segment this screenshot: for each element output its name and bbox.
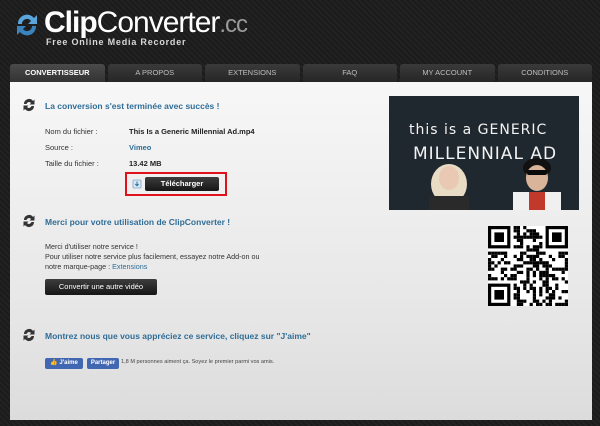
thanks-line3: notre marque-page : Extensions [45, 262, 345, 272]
tab-faq[interactable]: FAQ [302, 64, 397, 82]
tab-my-account[interactable]: MY ACCOUNT [400, 64, 495, 82]
qr-code [488, 226, 568, 306]
thumbs-up-icon: 👍 [50, 360, 58, 366]
convert-arrows-icon [23, 99, 35, 111]
convert-another-video-button[interactable]: Convertir une autre vidéo [45, 279, 157, 295]
convert-arrows-icon [23, 329, 35, 341]
like-title: Montrez nous que vous appréciez ce servi… [45, 331, 311, 341]
thanks-title: Merci pour votre utilisation de ClipConv… [45, 217, 231, 227]
tab-a-propos[interactable]: A PROPOS [107, 64, 202, 82]
filename-label: Nom du fichier : [45, 127, 98, 136]
download-highlight: Télécharger [125, 172, 227, 196]
logo-converter: Converter [96, 6, 221, 39]
thumbnail-title-line1: this is a GENERIC [409, 122, 548, 138]
thanks-message: Merci d'utiliser notre service ! Pour ut… [45, 242, 345, 272]
clipconverter-logo-icon [17, 14, 37, 36]
download-icon [132, 179, 142, 189]
thanks-line3-prefix: notre marque-page : [45, 262, 113, 271]
source-value-link[interactable]: Vimeo [129, 143, 151, 152]
size-value: 13.42 MB [129, 159, 162, 168]
thanks-line1: Merci d'utiliser notre service ! [45, 242, 138, 251]
facebook-like-count: 1,8 M personnes aiment ça. Soyez le prem… [121, 359, 275, 365]
size-label: Taille du fichier : [45, 159, 99, 168]
download-button[interactable]: Télécharger [145, 177, 219, 191]
logo-tagline: Free Online Media Recorder [46, 37, 187, 47]
like-label: J'aime [59, 360, 78, 366]
tab-convertisseur[interactable]: CONVERTISSEUR [10, 64, 105, 82]
video-thumbnail: this is a GENERIC MILLENNIAL AD [389, 96, 579, 210]
logo-clip: Clip [44, 6, 98, 39]
facebook-like-button[interactable]: 👍 J'aime [45, 358, 83, 369]
conversion-success-title: La conversion s'est terminée avec succès… [45, 101, 220, 111]
convert-arrows-icon [23, 215, 35, 227]
facebook-share-button[interactable]: Partager [87, 358, 119, 369]
source-label: Source : [45, 143, 73, 152]
tab-conditions[interactable]: CONDITIONS [497, 64, 592, 82]
filename-value: This Is a Generic Millennial Ad.mp4 [129, 127, 255, 136]
thumbnail-title-line2: MILLENNIAL AD [413, 144, 558, 164]
tab-extensions[interactable]: EXTENSIONS [205, 64, 300, 82]
logo-cc: .cc [219, 11, 248, 38]
main-nav: CONVERTISSEUR A PROPOS EXTENSIONS FAQ MY… [10, 64, 592, 82]
thanks-line2: Pour utiliser notre service plus facilem… [45, 252, 260, 261]
extensions-link[interactable]: Extensions [112, 262, 147, 271]
